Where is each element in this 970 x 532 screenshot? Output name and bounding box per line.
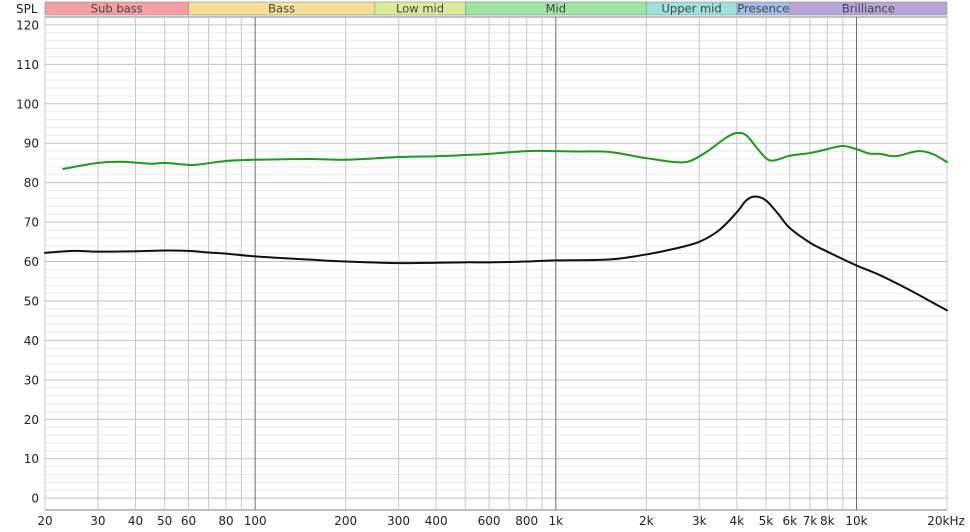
x-tick-label: 600 [478, 514, 501, 528]
x-tick-label: 1k [549, 514, 564, 528]
band-label: Mid [546, 2, 566, 16]
x-tick-label: 200 [334, 514, 357, 528]
y-tick-label: 120 [16, 18, 39, 32]
y-tick-label: 110 [16, 58, 39, 72]
frequency-response-chart: Sub bass Bass Low mid Mid Upper mid Presence B… [0, 0, 970, 532]
y-tick-label: 30 [24, 373, 39, 387]
x-tick-label: 2k [639, 514, 654, 528]
x-tick-label: 6k [782, 514, 797, 528]
band-label: Presence [737, 2, 789, 16]
x-tick-label: 5k [759, 514, 774, 528]
x-tick-label: 50 [157, 514, 172, 528]
x-tick-label: 8k [820, 514, 835, 528]
x-tick-label: 800 [515, 514, 538, 528]
y-tick-label: 10 [24, 452, 39, 466]
y-axis-label: SPL [16, 2, 38, 16]
x-tick-label: 400 [425, 514, 448, 528]
y-tick-label: 70 [24, 216, 39, 230]
x-tick-label: 7k [803, 514, 818, 528]
y-tick-label: 20 [24, 413, 39, 427]
x-tick-label: 20kHz [927, 514, 965, 528]
x-tick-label: 40 [128, 514, 143, 528]
x-tick-label: 4k [730, 514, 745, 528]
x-tick-label: 30 [90, 514, 105, 528]
x-tick-label: 300 [387, 514, 410, 528]
plot-area [44, 16, 948, 511]
band-label: Low mid [396, 2, 444, 16]
y-tick-label: 60 [24, 255, 39, 269]
x-tick-label: 100 [244, 514, 267, 528]
band-label: Brilliance [842, 2, 895, 16]
band-label: Upper mid [661, 2, 721, 16]
x-tick-label: 80 [218, 514, 233, 528]
y-tick-label: 100 [16, 97, 39, 111]
y-tick-label: 90 [24, 137, 39, 151]
x-tick-label: 10k [845, 514, 867, 528]
frequency-bands: Sub bass Bass Low mid Mid Upper mid Presence B… [44, 2, 948, 16]
y-tick-label: 50 [24, 294, 39, 308]
band-label: Sub bass [91, 2, 143, 16]
x-tick-label: 3k [692, 514, 707, 528]
band-label: Bass [268, 2, 295, 16]
y-tick-label: 0 [31, 492, 39, 506]
y-tick-label: 80 [24, 176, 39, 190]
y-tick-label: 40 [24, 334, 39, 348]
x-tick-label: 60 [181, 514, 196, 528]
x-tick-label: 20 [37, 514, 52, 528]
